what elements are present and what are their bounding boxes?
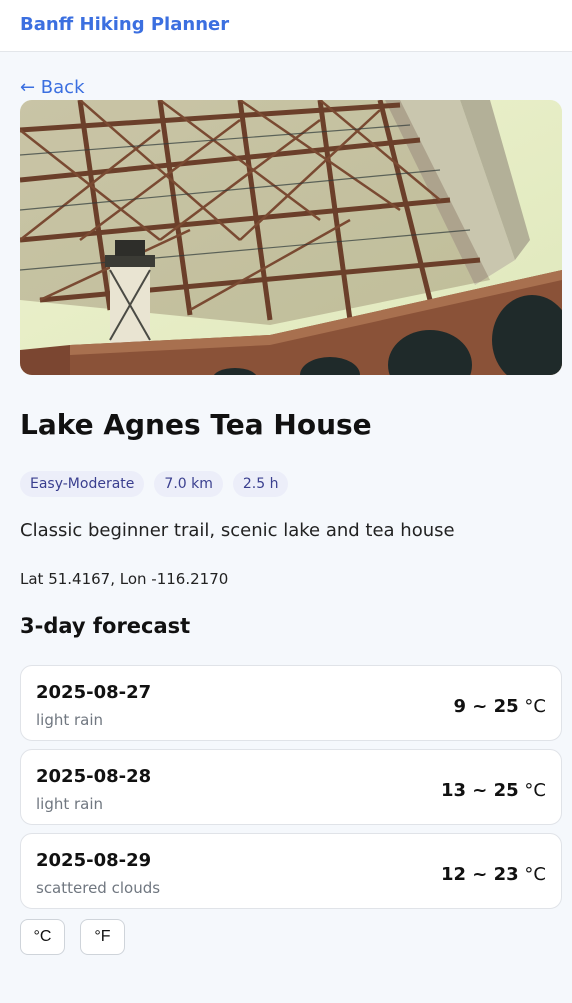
forecast-date: 2025-08-27 [36,682,152,703]
forecast-date: 2025-08-28 [36,766,152,787]
forecast-condition: light rain [36,711,104,729]
fahrenheit-button[interactable]: °F [80,919,125,955]
temperature-unit: °C [524,864,546,885]
forecast-temperature: 9 ~ 25 °C [453,696,546,717]
forecast-card: 2025-08-28 light rain 13 ~ 25 °C [20,749,562,825]
forecast-heading: 3-day forecast [20,614,191,638]
trail-description: Classic beginner trail, scenic lake and … [20,520,455,541]
forecast-condition: scattered clouds [36,879,161,897]
trail-tags: Easy-Moderate 7.0 km 2.5 h [20,471,289,497]
app-title[interactable]: Banff Hiking Planner [20,14,229,35]
temperature-range: 9 ~ 25 [453,696,519,717]
trail-coordinates: Lat 51.4167, Lon -116.2170 [20,570,229,588]
back-link[interactable]: ← Back [20,77,85,98]
temperature-unit: °C [524,696,546,717]
temperature-unit: °C [524,780,546,801]
forecast-card: 2025-08-27 light rain 9 ~ 25 °C [20,665,562,741]
duration-chip: 2.5 h [232,471,289,497]
forecast-date: 2025-08-29 [36,850,152,871]
trail-title: Lake Agnes Tea House [20,408,372,441]
distance-chip: 7.0 km [154,471,223,497]
difficulty-chip: Easy-Moderate [20,471,145,497]
forecast-temperature: 12 ~ 23 °C [441,864,546,885]
forecast-condition: light rain [36,795,104,813]
temperature-range: 12 ~ 23 [440,864,519,885]
forecast-temperature: 13 ~ 25 °C [441,780,546,801]
forecast-list: 2025-08-27 light rain 9 ~ 25 °C 2025-08-… [20,665,562,917]
celsius-button[interactable]: °C [20,919,65,955]
unit-toggle: °C °F [20,919,125,955]
top-bar: Banff Hiking Planner [0,0,572,52]
forecast-card: 2025-08-29 scattered clouds 12 ~ 23 °C [20,833,562,909]
temperature-range: 13 ~ 25 [440,780,519,801]
trail-photo [20,100,562,375]
